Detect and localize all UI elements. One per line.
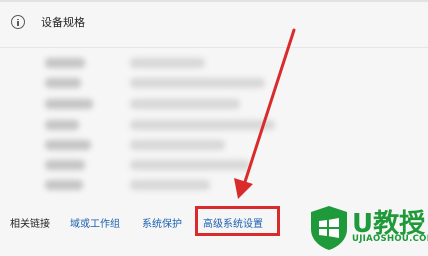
watermark-url: UJIAOSHOU.COM (352, 234, 428, 244)
settings-panel: 设备规格 相关链接 域或工作组 系统保护 高级系统设置 U教授 UJIAOSHO… (0, 0, 428, 256)
windows-logo-icon (311, 206, 347, 250)
